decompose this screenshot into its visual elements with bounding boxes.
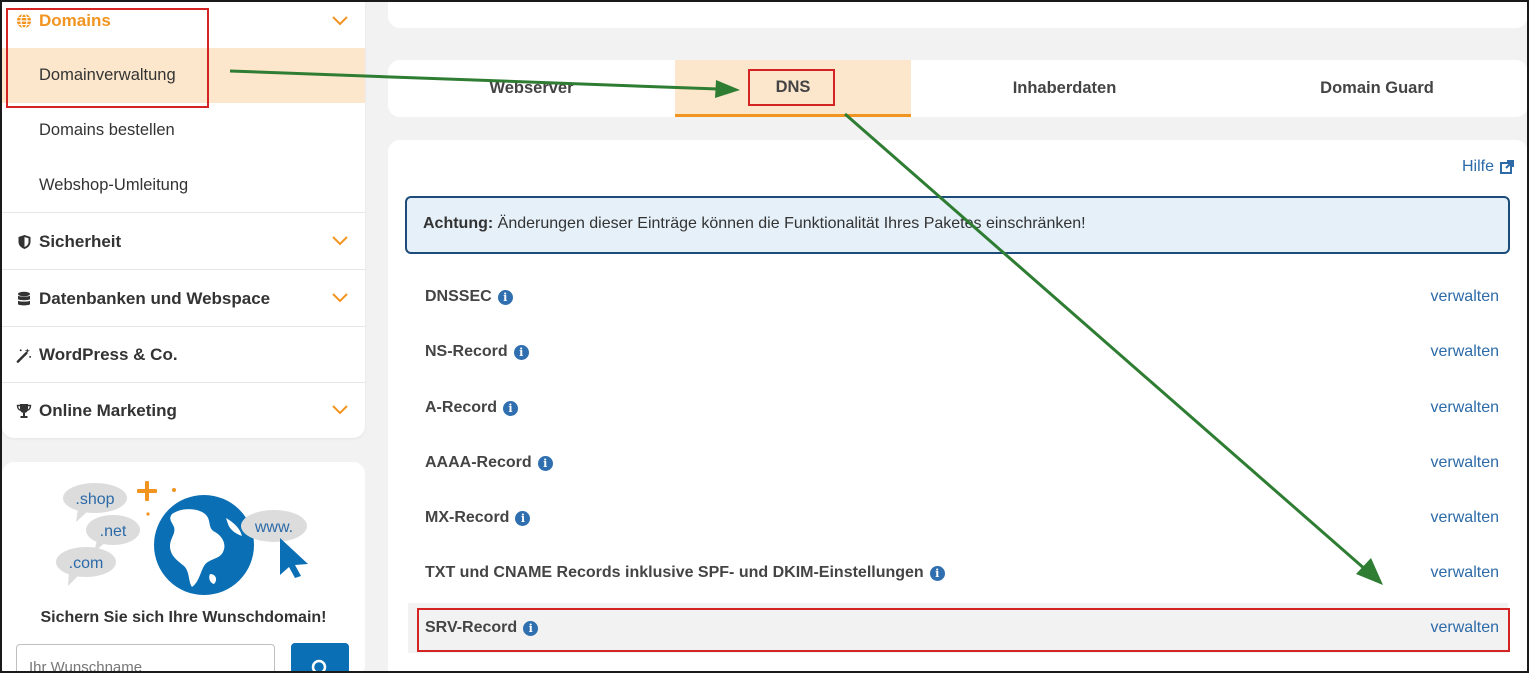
record-row-a: A-Record i verwalten xyxy=(408,383,1508,433)
manage-link[interactable]: verwalten xyxy=(1431,564,1499,582)
sidebar-section-online-marketing[interactable]: Online Marketing xyxy=(2,383,365,438)
manage-link[interactable]: verwalten xyxy=(1431,509,1499,527)
record-row-txt-cname: TXT und CNAME Records inklusive SPF- und… xyxy=(408,548,1508,598)
sidebar-section-label: Online Marketing xyxy=(39,401,177,420)
sidebar-section-domains[interactable]: Domains xyxy=(2,0,365,48)
info-icon[interactable]: i xyxy=(537,455,553,471)
manage-link[interactable]: verwalten xyxy=(1431,454,1499,472)
warning-alert: Achtung: Änderungen dieser Einträge könn… xyxy=(405,196,1510,254)
bubble-shop: .shop xyxy=(75,491,114,508)
manage-link[interactable]: verwalten xyxy=(1431,619,1499,637)
sidebar-section-label: Datenbanken und Webspace xyxy=(39,288,271,308)
bubble-net: .net xyxy=(100,523,127,540)
tab-inhaberdaten[interactable]: Inhaberdaten xyxy=(911,60,1218,117)
sidebar-item-label: Webshop-Umleitung xyxy=(39,175,189,194)
sidebar: Domains Domainverwaltung Domains bestell… xyxy=(2,0,365,438)
bubble-www: www. xyxy=(254,519,293,536)
record-name: NS-Record xyxy=(425,343,508,360)
database-icon xyxy=(16,291,32,307)
record-row-dnssec: DNSSEC i verwalten xyxy=(408,272,1508,322)
manage-link[interactable]: verwalten xyxy=(1431,399,1499,417)
info-icon[interactable]: i xyxy=(515,510,531,526)
sidebar-section-label: WordPress & Co. xyxy=(39,344,178,364)
help-link[interactable]: Hilfe xyxy=(1462,158,1514,176)
sidebar-item-label: Domainverwaltung xyxy=(39,66,176,84)
promo-title: Sichern Sie sich Ihre Wunschdomain! xyxy=(40,609,327,626)
tab-dns[interactable]: DNS xyxy=(675,60,911,117)
record-row-srv: SRV-Record i verwalten xyxy=(408,603,1508,653)
chevron-down-icon[interactable] xyxy=(331,401,349,419)
chevron-down-icon[interactable] xyxy=(331,232,349,250)
help-label: Hilfe xyxy=(1461,158,1494,175)
sidebar-section-label: Sicherheit xyxy=(39,231,122,251)
sidebar-section-datenbanken[interactable]: Datenbanken und Webspace xyxy=(2,271,365,327)
info-icon[interactable]: i xyxy=(497,289,513,305)
record-name: AAAA-Record xyxy=(425,454,532,471)
domain-search-input[interactable]: Ihr Wunschname xyxy=(16,644,275,673)
alert-text: Änderungen dieser Einträge können die Fu… xyxy=(493,215,1086,232)
record-row-mx: MX-Record i verwalten xyxy=(408,493,1508,543)
sidebar-domains-label: Domains xyxy=(39,11,111,30)
info-icon[interactable]: i xyxy=(523,620,539,636)
record-name: DNSSEC xyxy=(425,288,492,305)
domain-promo-illustration: .shop .net .com www. xyxy=(56,481,308,595)
record-name: SRV-Record xyxy=(425,619,518,636)
shield-icon xyxy=(16,234,32,250)
manage-link[interactable]: verwalten xyxy=(1431,288,1499,306)
domain-search-button[interactable] xyxy=(291,643,349,673)
domain-promo-card: .shop .net .com www. Sichern Sie sich Ih… xyxy=(2,462,365,673)
sidebar-section-wordpress[interactable]: WordPress & Co. xyxy=(2,327,365,383)
magic-wand-icon xyxy=(16,347,32,363)
record-name: A-Record xyxy=(425,399,498,416)
sidebar-item-webshop-umleitung[interactable]: Webshop-Umleitung xyxy=(2,158,365,213)
record-row-ns: NS-Record i verwalten xyxy=(408,327,1508,377)
trophy-icon xyxy=(16,403,32,419)
search-icon xyxy=(311,659,327,673)
manage-link[interactable]: verwalten xyxy=(1431,343,1499,361)
record-name: TXT und CNAME Records inklusive SPF- und… xyxy=(425,564,924,581)
sidebar-item-label: Domains bestellen xyxy=(39,121,175,139)
info-icon[interactable]: i xyxy=(513,344,529,360)
sidebar-item-domains-bestellen[interactable]: Domains bestellen xyxy=(2,103,365,158)
globe-icon xyxy=(16,13,32,29)
dns-records-card: Hilfe Achtung: Änderungen dieser Einträg… xyxy=(388,140,1528,673)
top-card xyxy=(388,0,1528,28)
record-name: MX-Record xyxy=(425,509,510,526)
bubble-com: .com xyxy=(69,555,104,572)
info-icon[interactable]: i xyxy=(929,565,945,581)
external-link-icon xyxy=(1500,160,1514,174)
tab-domain-guard[interactable]: Domain Guard xyxy=(1218,60,1528,117)
chevron-down-icon[interactable] xyxy=(331,12,349,30)
alert-bold-label: Achtung: xyxy=(423,215,494,232)
tab-webserver[interactable]: Webserver xyxy=(388,60,675,117)
sidebar-item-domainverwaltung[interactable]: Domainverwaltung xyxy=(2,48,365,103)
chevron-down-icon[interactable] xyxy=(331,289,349,307)
info-icon[interactable]: i xyxy=(503,400,519,416)
record-row-aaaa: AAAA-Record i verwalten xyxy=(408,438,1508,488)
sidebar-section-sicherheit[interactable]: Sicherheit xyxy=(2,214,365,270)
domain-tabs: Webserver DNS Inhaberdaten Domain Guard xyxy=(388,60,1528,117)
